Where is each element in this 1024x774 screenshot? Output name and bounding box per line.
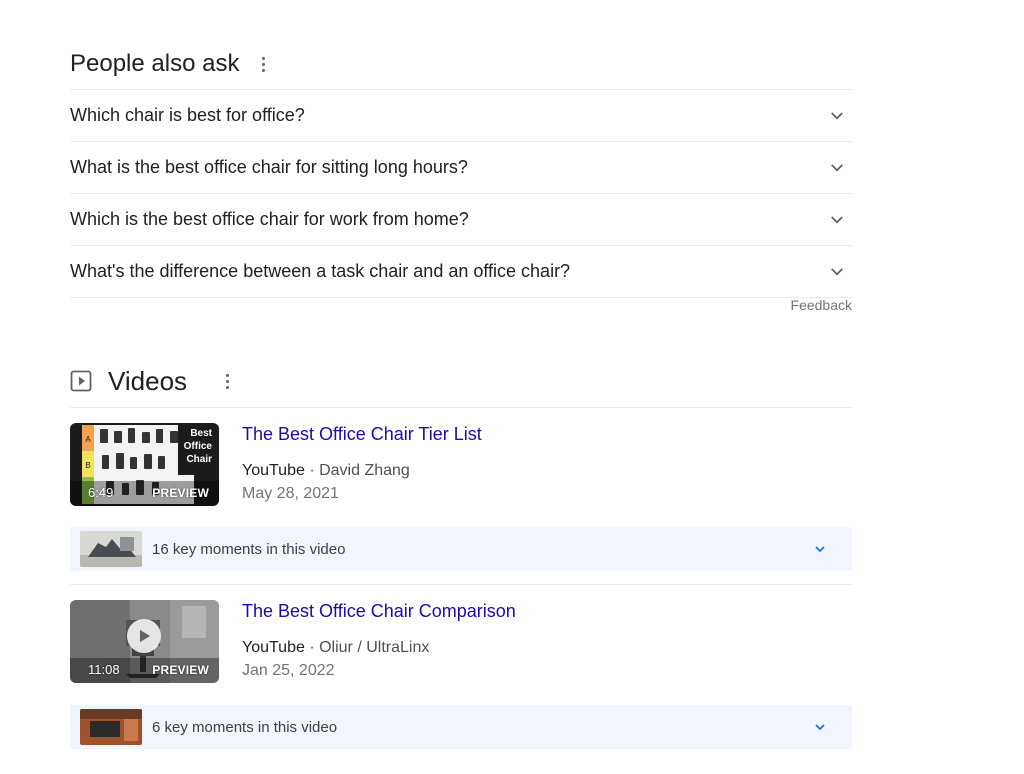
key-moments-text: 6 key moments in this video [152,718,338,736]
people-also-ask-title: People also ask [70,50,240,77]
thumb-text-best: Best [190,428,212,439]
chevron-down-icon[interactable] [828,107,846,125]
video-preview-label: PREVIEW [152,663,209,677]
meta-separator: · [304,639,320,656]
video-source: YouTube [242,462,305,479]
video-thumbnail[interactable]: A B Best Office Chair 6:49 PREVIEW [70,423,219,506]
video-preview-label: PREVIEW [152,486,209,500]
meta-separator: · [304,462,320,479]
paa-question-2[interactable]: What is the best office chair for sittin… [70,142,852,194]
divider [70,584,852,585]
video-source: YouTube [242,639,305,656]
tier-label-b: B [85,461,90,470]
key-moment-thumbnail [80,709,142,745]
people-also-ask-header: People also ask [70,44,273,84]
chevron-down-icon[interactable] [828,263,846,281]
videos-header: Videos [70,362,237,400]
paa-kebab-menu-icon[interactable] [253,54,273,74]
chevron-down-icon[interactable] [812,719,828,735]
video-date: Jan 25, 2022 [242,662,335,679]
video-author: David Zhang [319,462,410,479]
key-moment-thumbnail [80,531,142,567]
thumb-text-chair: Chair [186,454,212,465]
video-source-line: YouTube · Oliur / UltraLinx [242,639,429,657]
key-moments-text: 16 key moments in this video [152,540,346,558]
paa-question-text: Which is the best office chair for work … [70,209,469,229]
people-also-ask-list: Which chair is best for office? What is … [70,89,852,298]
video-title-link[interactable]: The Best Office Chair Tier List [242,424,482,445]
video-title-link[interactable]: The Best Office Chair Comparison [242,601,516,622]
video-date: May 28, 2021 [242,485,339,502]
video-source-line: YouTube · David Zhang [242,462,410,480]
key-moments-bar-1[interactable]: 16 key moments in this video [70,527,852,571]
video-thumbnail[interactable]: 11:08 PREVIEW [70,600,219,683]
paa-question-text: Which chair is best for office? [70,105,305,125]
paa-question-text: What's the difference between a task cha… [70,261,571,281]
chevron-down-icon[interactable] [828,211,846,229]
tier-label-a: A [85,435,91,444]
thumb-text-office: Office [184,441,213,452]
feedback-link[interactable]: Feedback [791,297,852,313]
play-box-icon [70,370,92,392]
paa-question-1[interactable]: Which chair is best for office? [70,90,852,142]
video-author: Oliur / UltraLinx [319,639,430,656]
divider [70,407,852,408]
videos-kebab-menu-icon[interactable] [217,371,237,391]
paa-question-3[interactable]: Which is the best office chair for work … [70,194,852,246]
videos-title: Videos [108,365,188,396]
play-circle-icon[interactable] [127,619,161,653]
chevron-down-icon[interactable] [828,159,846,177]
video-duration: 6:49 [88,485,114,500]
chevron-down-icon[interactable] [812,541,828,557]
key-moments-bar-2[interactable]: 6 key moments in this video [70,705,852,749]
paa-question-4[interactable]: What's the difference between a task cha… [70,246,852,298]
video-duration: 11:08 [88,662,120,677]
paa-question-text: What is the best office chair for sittin… [70,157,468,177]
